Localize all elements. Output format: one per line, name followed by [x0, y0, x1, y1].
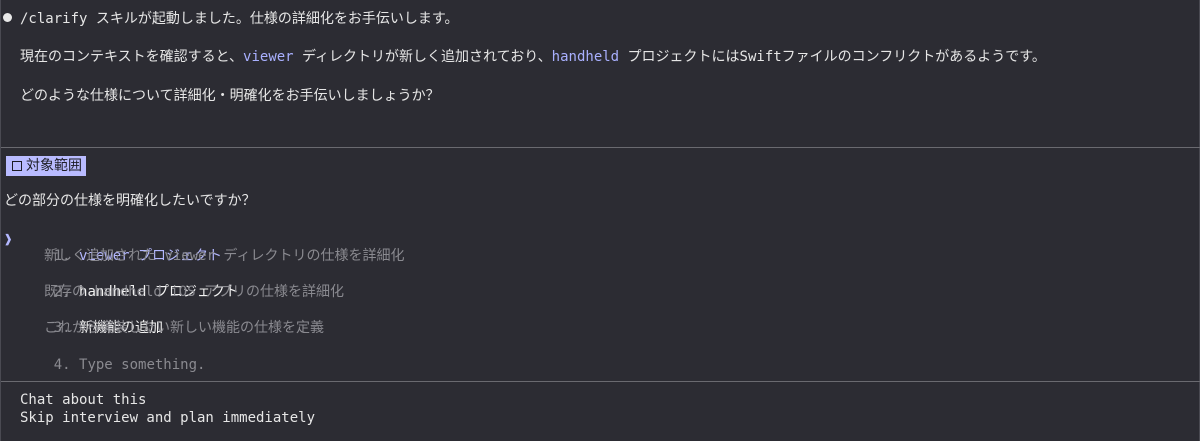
chat-about-this-button[interactable]: Chat about this: [20, 391, 146, 409]
option-number: 4.: [53, 357, 71, 373]
option-4[interactable]: 4. Type something.: [20, 338, 206, 392]
terminal-window: /clarify スキルが起動しました。仕様の詳細化をお手伝いします。 現在のコ…: [0, 0, 1200, 441]
context-viewer-code: viewer: [243, 49, 294, 65]
checkbox-icon: [12, 161, 22, 171]
option-description: これから実装したい新しい機能の仕様を定義: [44, 320, 324, 336]
context-text: プロジェクトにはSwiftファイルのコンフリクトがあるようです。: [619, 49, 1046, 65]
option-description: 新しく追加された viewer ディレクトリの仕様を詳細化: [44, 248, 405, 264]
context-handheld-code: handheld: [551, 49, 620, 65]
section-tag: 対象範囲: [6, 156, 86, 176]
divider: [1, 381, 1200, 382]
message-question: どのような仕様について詳細化・明確化をお手伝いしましょうか？: [20, 88, 440, 104]
bullet-dot-icon: [3, 13, 12, 22]
context-text: ディレクトリが新しく追加されており、: [293, 49, 552, 65]
option-description: 既存の handheld iOS アプリの仕様を詳細化: [44, 284, 345, 300]
message-context: 現在のコンテキストを確認すると、viewer ディレクトリが新しく追加されており…: [20, 48, 1046, 66]
option-title: Type something.: [79, 357, 206, 373]
context-text: 現在のコンテキストを確認すると、: [20, 49, 244, 65]
prompt-question: どの部分の仕様を明確化したいですか？: [4, 193, 256, 209]
divider: [1, 147, 1200, 148]
selection-cursor-icon: ❱: [4, 232, 13, 248]
tag-label: 対象範囲: [26, 158, 82, 174]
skip-interview-button[interactable]: Skip interview and plan immediately: [20, 409, 315, 427]
message-intro: /clarify スキルが起動しました。仕様の詳細化をお手伝いします。: [20, 11, 459, 27]
